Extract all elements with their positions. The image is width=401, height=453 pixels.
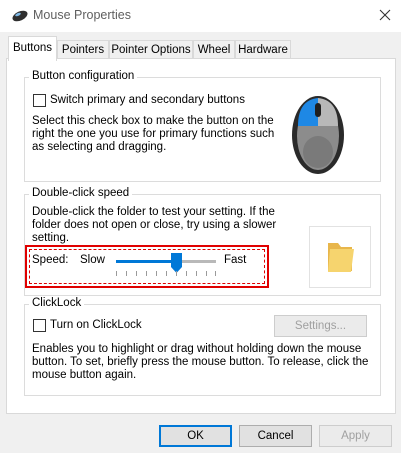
- apply-button[interactable]: Apply: [319, 425, 392, 447]
- close-icon[interactable]: [376, 6, 394, 24]
- test-folder-box[interactable]: [309, 226, 371, 288]
- clicklock-settings-button[interactable]: Settings...: [274, 315, 367, 337]
- button-config-description-line-3: as selecting and dragging.: [32, 141, 167, 153]
- ok-button[interactable]: OK: [159, 425, 232, 447]
- tab-wheel[interactable]: Wheel: [193, 40, 235, 60]
- title-bar: Mouse Properties: [0, 0, 401, 32]
- button-config-description-line-1: Select this check box to make the button…: [32, 115, 274, 127]
- clicklock-description-line-2: button. To set, briefly press the mouse …: [32, 356, 369, 368]
- tab-pointer-options[interactable]: Pointer Options: [109, 40, 193, 60]
- mouse-app-icon: [12, 10, 28, 22]
- switch-buttons-checkbox[interactable]: [33, 94, 46, 107]
- folder-icon[interactable]: [324, 239, 358, 275]
- tab-strip: Buttons Pointers Pointer Options Wheel H…: [0, 36, 401, 61]
- clicklock-label: ClickLock: [29, 297, 85, 309]
- double-click-speed-label: Double-click speed: [29, 187, 133, 199]
- double-click-description-line-1: Double-click the folder to test your set…: [32, 206, 275, 218]
- button-configuration-label: Button configuration: [29, 70, 138, 82]
- button-config-description-line-2: right the one you use for primary functi…: [32, 128, 275, 140]
- tab-buttons[interactable]: Buttons: [8, 36, 57, 61]
- mouse-illustration-icon: [292, 96, 344, 174]
- window-title: Mouse Properties: [33, 8, 131, 22]
- speed-slider-highlight-box: [25, 245, 269, 288]
- clicklock-description-line-1: Enables you to highlight or drag without…: [32, 343, 362, 355]
- tab-pointers[interactable]: Pointers: [57, 40, 109, 60]
- clicklock-checkbox[interactable]: [33, 319, 46, 332]
- switch-buttons-label: Switch primary and secondary buttons: [50, 94, 245, 106]
- clicklock-checkbox-label: Turn on ClickLock: [50, 319, 142, 331]
- tab-hardware[interactable]: Hardware: [235, 40, 291, 60]
- cancel-button[interactable]: Cancel: [239, 425, 312, 447]
- clicklock-description-line-3: mouse button again.: [32, 369, 137, 381]
- double-click-description-line-3: setting.: [32, 232, 70, 244]
- double-click-description-line-2: folder does not open or close, try using…: [32, 219, 277, 231]
